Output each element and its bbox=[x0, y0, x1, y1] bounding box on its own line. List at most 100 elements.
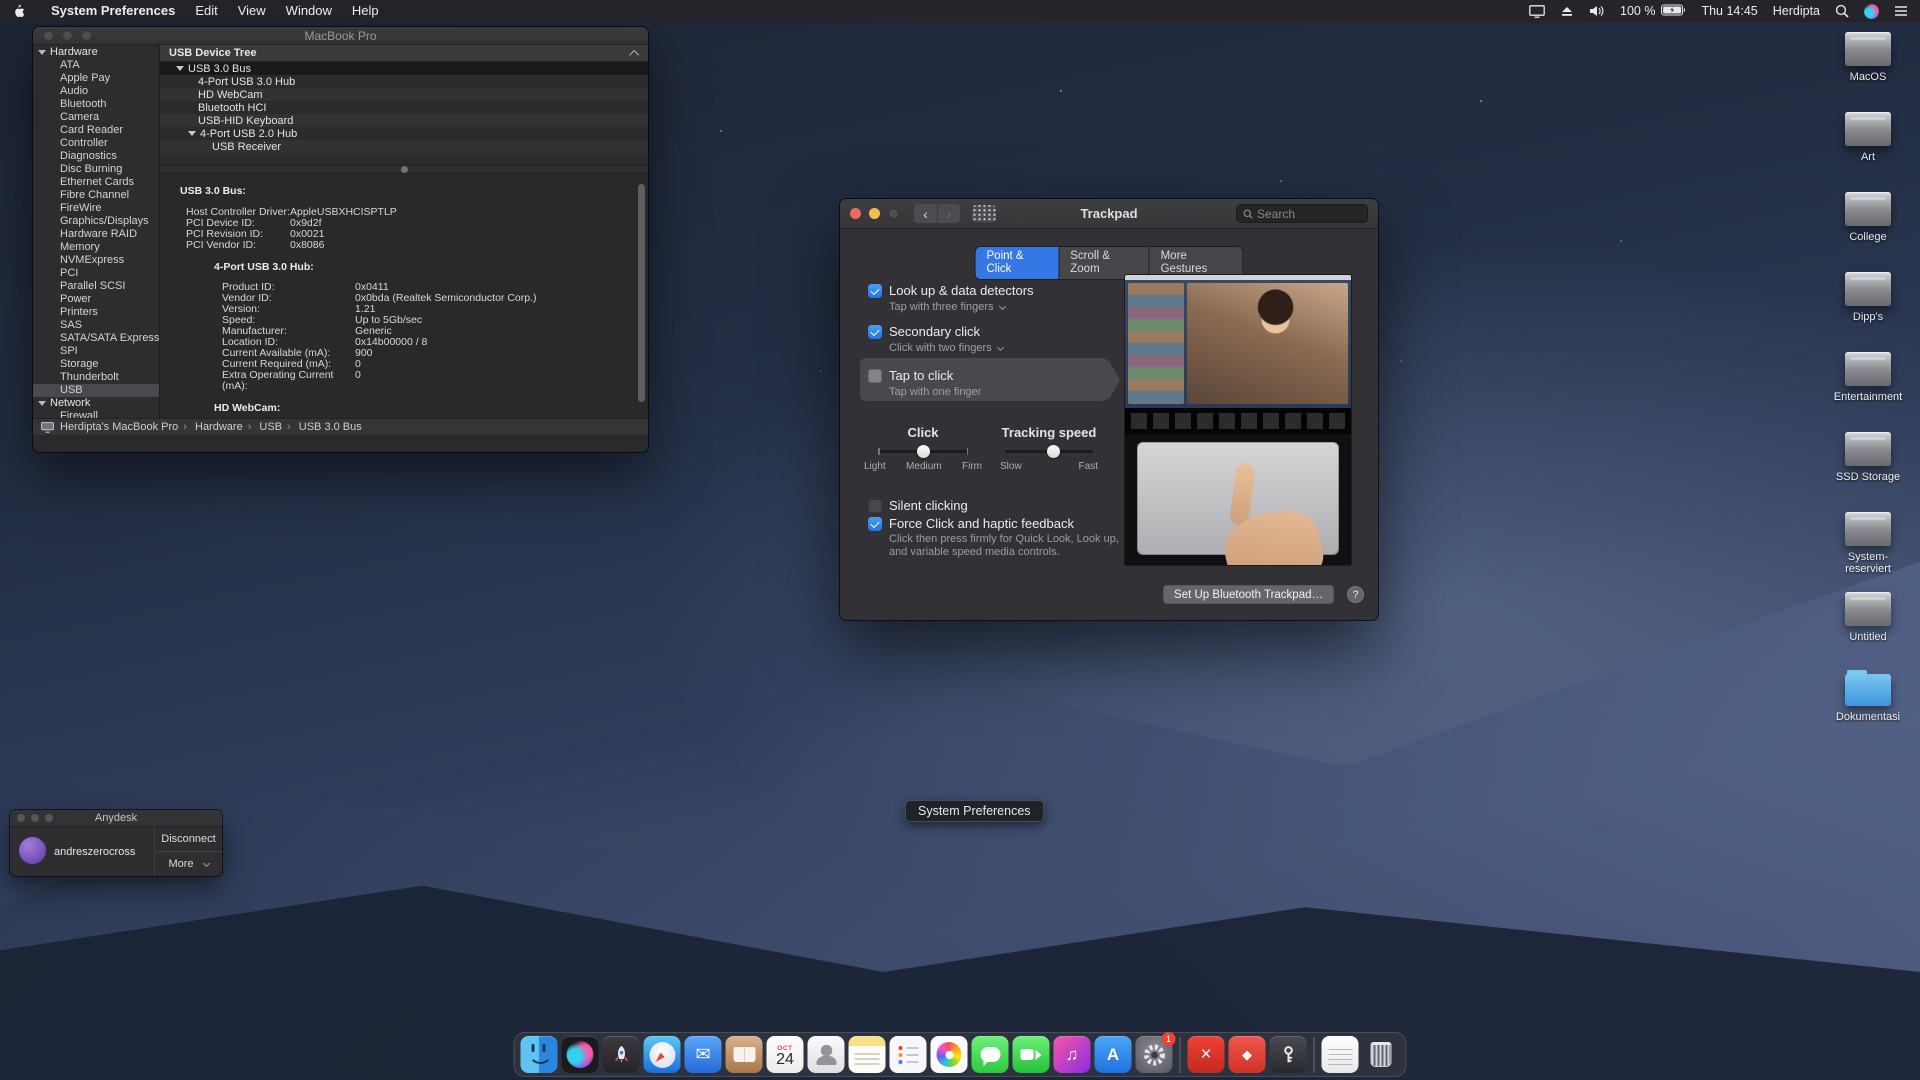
dock-icon-adobe-app-1[interactable]: × bbox=[1188, 1036, 1225, 1073]
option-setting-dropdown[interactable]: Click with two fingers bbox=[889, 342, 1003, 354]
dock-icon-adobe-app-2[interactable]: ◆ bbox=[1229, 1036, 1266, 1073]
tap-to-click-checkbox[interactable] bbox=[868, 369, 882, 383]
dock-icon-calendar[interactable]: OCT 24 bbox=[767, 1036, 804, 1073]
apple-menu-icon[interactable] bbox=[12, 3, 25, 19]
sidebar-section-network[interactable]: Network bbox=[33, 397, 159, 410]
desktop-icon[interactable]: MacOS bbox=[1845, 28, 1891, 108]
sidebar-item[interactable]: SATA/SATA Express bbox=[33, 332, 159, 345]
battery-status[interactable]: 100 % bbox=[1620, 4, 1686, 19]
sidebar-item[interactable]: Card Reader bbox=[33, 124, 159, 137]
tracking-slider-knob[interactable] bbox=[1047, 445, 1060, 458]
dock-icon-mail[interactable]: ✉ bbox=[685, 1036, 722, 1073]
search-input[interactable] bbox=[1257, 207, 1361, 221]
dock-icon-system-preferences[interactable]: 1 bbox=[1136, 1036, 1173, 1073]
user-name[interactable]: Herdipta bbox=[1773, 4, 1820, 18]
spotlight-icon[interactable] bbox=[1835, 4, 1849, 18]
back-button[interactable]: ‹ bbox=[914, 204, 937, 223]
show-all-button[interactable] bbox=[971, 204, 997, 223]
disclosure-triangle-icon[interactable] bbox=[188, 131, 196, 136]
sidebar-item[interactable]: Graphics/Displays bbox=[33, 215, 159, 228]
zoom-button[interactable] bbox=[888, 208, 899, 219]
eject-icon[interactable] bbox=[1560, 5, 1574, 17]
sidebar-item[interactable]: Camera bbox=[33, 111, 159, 124]
sidebar-item[interactable]: ATA bbox=[33, 59, 159, 72]
desktop-icon[interactable]: Dipp's bbox=[1845, 268, 1891, 348]
force-click-checkbox[interactable] bbox=[868, 517, 882, 531]
sidebar-item[interactable]: Parallel SCSI bbox=[33, 280, 159, 293]
menu-item[interactable]: Help bbox=[342, 0, 389, 22]
dock-icon-safari[interactable] bbox=[644, 1036, 681, 1073]
menu-item[interactable]: System Preferences bbox=[41, 0, 185, 22]
anydesk-titlebar[interactable]: Anydesk bbox=[10, 810, 222, 827]
look-up-checkbox[interactable] bbox=[868, 284, 882, 298]
dock-icon-finder[interactable] bbox=[521, 1036, 558, 1073]
desktop-icon[interactable]: Untitled bbox=[1845, 588, 1891, 668]
sidebar-item[interactable]: USB bbox=[33, 384, 159, 397]
close-button[interactable] bbox=[850, 208, 861, 219]
details-scrollbar-thumb[interactable] bbox=[638, 184, 645, 402]
sidebar-item[interactable]: Storage bbox=[33, 358, 159, 371]
more-button[interactable]: More bbox=[155, 851, 222, 876]
tab[interactable]: Point & Click bbox=[976, 247, 1059, 279]
sidebar-item[interactable]: Disc Burning bbox=[33, 163, 159, 176]
dock-icon-launchpad[interactable] bbox=[603, 1036, 640, 1073]
desktop-icon[interactable]: Art bbox=[1845, 108, 1891, 188]
disclosure-triangle-icon[interactable] bbox=[38, 401, 46, 406]
dock-icon-app-store[interactable]: A bbox=[1095, 1036, 1132, 1073]
menu-item[interactable]: Edit bbox=[185, 0, 227, 22]
help-button[interactable]: ? bbox=[1347, 586, 1364, 603]
sidebar-item[interactable]: SPI bbox=[33, 345, 159, 358]
secondary-click-checkbox[interactable] bbox=[868, 325, 882, 339]
volume-icon[interactable] bbox=[1589, 5, 1605, 17]
sidebar-item[interactable]: NVMExpress bbox=[33, 254, 159, 267]
silent-clicking-checkbox[interactable] bbox=[868, 499, 882, 513]
sidebar-item[interactable]: FireWire bbox=[33, 202, 159, 215]
dock-icon-notes[interactable] bbox=[849, 1036, 886, 1073]
dock-icon-textedit[interactable] bbox=[1322, 1036, 1359, 1073]
sidebar-item[interactable]: Thunderbolt bbox=[33, 371, 159, 384]
dock-icon-photos[interactable] bbox=[931, 1036, 968, 1073]
tree-row[interactable]: USB Receiver bbox=[160, 140, 648, 153]
disclosure-triangle-icon[interactable] bbox=[176, 66, 184, 71]
siri-icon[interactable] bbox=[1864, 4, 1879, 19]
tree-row[interactable]: USB 3.0 Bus bbox=[160, 62, 648, 75]
tree-row[interactable]: Bluetooth HCI bbox=[160, 101, 648, 114]
system-information-titlebar[interactable]: MacBook Pro bbox=[33, 27, 648, 45]
dock-icon-messages[interactable] bbox=[972, 1036, 1009, 1073]
dock-icon-books[interactable] bbox=[726, 1036, 763, 1073]
desktop-icon[interactable]: SSD Storage bbox=[1836, 428, 1900, 508]
disclosure-triangle-icon[interactable] bbox=[38, 50, 46, 55]
setup-bluetooth-trackpad-button[interactable]: Set Up Bluetooth Trackpad… bbox=[1163, 585, 1334, 604]
dock-icon-facetime[interactable] bbox=[1013, 1036, 1050, 1073]
desktop-icon[interactable]: Entertainment bbox=[1834, 348, 1902, 428]
trackpad-titlebar[interactable]: ‹ › Trackpad bbox=[840, 199, 1378, 229]
sidebar-item[interactable]: Printers bbox=[33, 306, 159, 319]
menu-item[interactable]: Window bbox=[276, 0, 342, 22]
desktop-icon[interactable]: Dokumentasi bbox=[1836, 668, 1900, 748]
sidebar-item[interactable]: Firewall bbox=[33, 410, 159, 418]
forward-button[interactable]: › bbox=[937, 204, 960, 223]
display-icon[interactable] bbox=[1529, 5, 1545, 18]
clock[interactable]: Thu 14:45 bbox=[1701, 4, 1757, 18]
sidebar-item[interactable]: Controller bbox=[33, 137, 159, 150]
dock-icon-itunes[interactable]: ♫ bbox=[1054, 1036, 1091, 1073]
tree-row[interactable]: 4-Port USB 2.0 Hub bbox=[160, 127, 648, 140]
dock-icon-reminders[interactable] bbox=[890, 1036, 927, 1073]
sidebar-item[interactable]: Hardware RAID bbox=[33, 228, 159, 241]
sidebar-item[interactable]: SAS bbox=[33, 319, 159, 332]
desktop-icon[interactable]: College bbox=[1845, 188, 1891, 268]
sidebar-item[interactable]: Diagnostics bbox=[33, 150, 159, 163]
menu-item[interactable]: View bbox=[228, 0, 276, 22]
sidebar-item[interactable]: Fibre Channel bbox=[33, 189, 159, 202]
dock-icon-trash[interactable] bbox=[1363, 1036, 1400, 1073]
tracking-slider[interactable] bbox=[1005, 450, 1093, 453]
option-setting-dropdown[interactable]: Tap with three fingers bbox=[889, 301, 1034, 313]
tree-row[interactable]: HD WebCam bbox=[160, 88, 648, 101]
notification-center-icon[interactable] bbox=[1894, 5, 1908, 17]
sidebar-item[interactable]: Memory bbox=[33, 241, 159, 254]
disconnect-button[interactable]: Disconnect bbox=[155, 827, 222, 851]
sidebar-item[interactable]: PCI bbox=[33, 267, 159, 280]
pane-splitter[interactable] bbox=[160, 165, 648, 174]
sidebar-section-hardware[interactable]: Hardware bbox=[33, 46, 159, 59]
sidebar-item[interactable]: Ethernet Cards bbox=[33, 176, 159, 189]
